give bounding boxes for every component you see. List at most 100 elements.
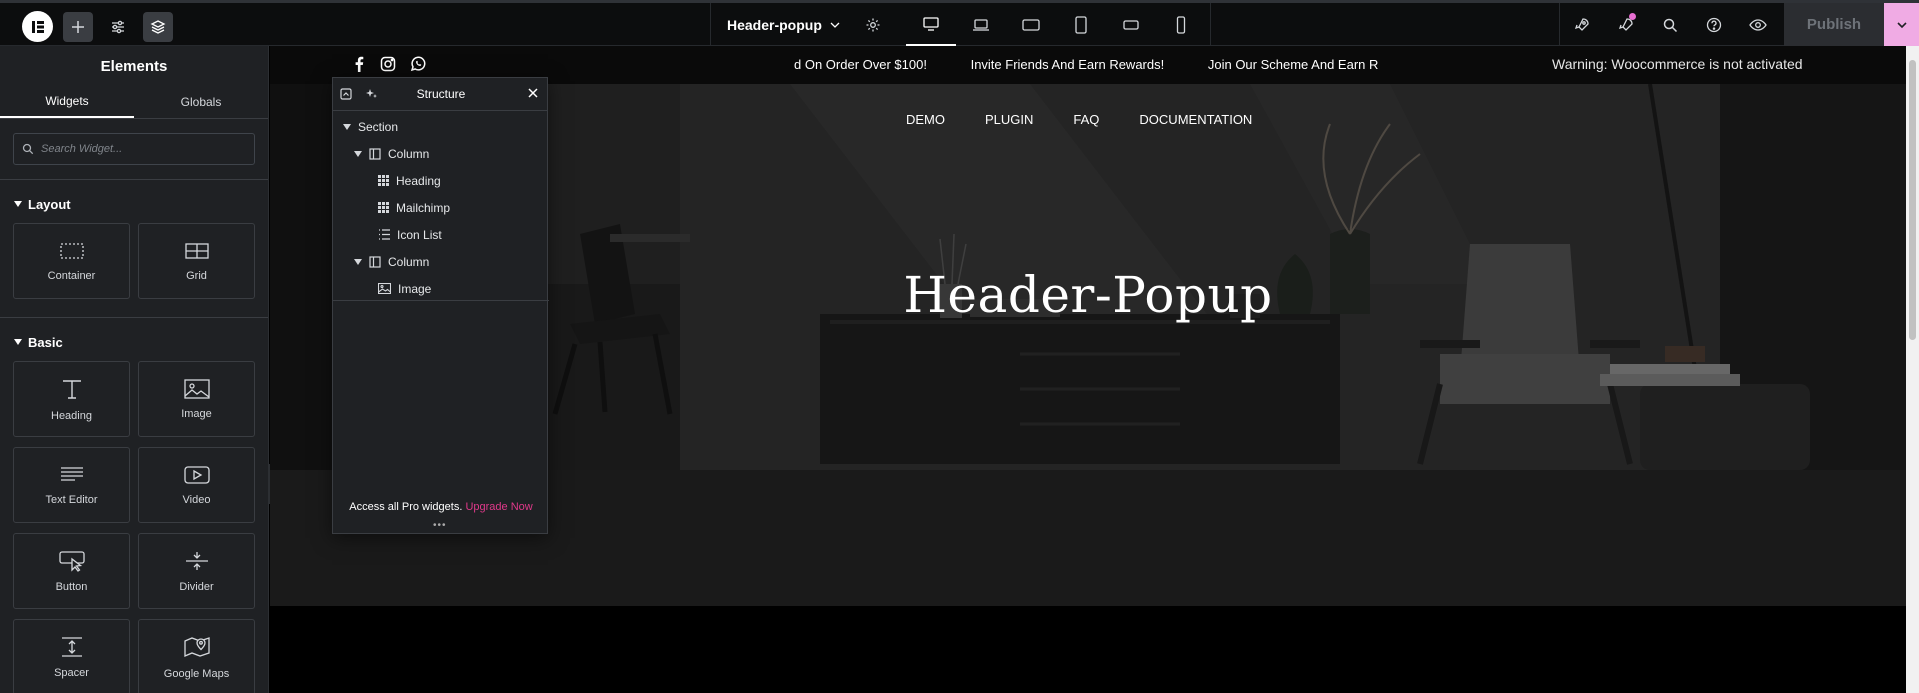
notification-dot (1629, 13, 1636, 20)
image-icon (183, 378, 210, 399)
nav-item-demo[interactable]: DEMO (906, 112, 945, 127)
search-input[interactable] (41, 143, 241, 155)
nav-item-documentation[interactable]: DOCUMENTATION (1139, 112, 1252, 127)
widget-google-maps[interactable]: Google Maps (138, 619, 255, 693)
announcement-ticker: d On Order Over $100! Invite Friends And… (794, 57, 1384, 72)
caret-down-icon (14, 201, 22, 207)
tree-divider (333, 300, 549, 301)
widget-label: Image (181, 407, 212, 420)
apps-rocket-icon[interactable] (1560, 3, 1604, 46)
caret-down-icon (354, 258, 362, 265)
tree-node-label: Mailchimp (396, 200, 451, 215)
widget-label: Grid (186, 269, 207, 282)
device-tablet-landscape-icon[interactable] (1006, 3, 1056, 46)
tree-node-heading[interactable]: Heading (333, 167, 547, 194)
widget-video[interactable]: Video (138, 447, 255, 523)
structure-layers-icon[interactable] (143, 11, 173, 42)
search-icon[interactable] (1648, 3, 1692, 46)
help-icon[interactable] (1692, 3, 1736, 46)
document-title-dropdown[interactable]: Header-popup (711, 17, 840, 33)
add-element-button[interactable] (63, 11, 93, 42)
category-label: Layout (28, 196, 71, 212)
widget-divider[interactable]: Divider (138, 533, 255, 609)
collapse-all-icon[interactable] (333, 78, 359, 111)
elementor-logo-icon[interactable] (22, 11, 53, 42)
widget-label: Google Maps (163, 667, 230, 680)
close-icon[interactable] (527, 87, 539, 99)
canvas-scrollbar[interactable] (1906, 46, 1919, 693)
publish-button[interactable]: Publish (1784, 3, 1884, 46)
scrollbar-thumb[interactable] (1909, 60, 1916, 340)
category-layout[interactable]: Layout (0, 194, 268, 214)
whats-new-icon[interactable] (1604, 3, 1648, 46)
pro-upsell: Access all Pro widgets. Upgrade Now (333, 501, 549, 513)
nav-item-faq[interactable]: FAQ (1073, 112, 1099, 127)
widget-label: Heading (51, 409, 92, 422)
structure-tree: Section Column Heading Mailchimp Icon Li… (333, 111, 547, 302)
tree-node-column[interactable]: Column (333, 140, 547, 167)
widget-grid[interactable]: Grid (138, 223, 255, 299)
tree-node-label: Column (388, 254, 430, 269)
widget-label: Spacer (54, 666, 89, 679)
container-icon (59, 242, 84, 259)
column-icon (369, 147, 381, 160)
whatsapp-icon[interactable] (410, 56, 426, 72)
category-label: Basic (28, 334, 63, 350)
page-settings-gear-icon[interactable] (862, 14, 884, 36)
site-settings-icon[interactable] (103, 12, 133, 42)
widget-container[interactable]: Container (13, 223, 130, 299)
tree-node-label: Column (388, 146, 430, 161)
device-laptop-icon[interactable] (956, 3, 1006, 46)
tree-node-label: Heading (396, 173, 441, 188)
instagram-icon[interactable] (380, 56, 396, 72)
woocommerce-warning: Warning: Woocommerce is not activated (1552, 56, 1803, 72)
widget-text-editor[interactable]: Text Editor (13, 447, 130, 523)
image-icon (378, 283, 391, 294)
widget-search (13, 133, 255, 165)
widget-label: Text Editor (45, 493, 98, 506)
map-pin-icon (183, 636, 210, 657)
tree-node-label: Icon List (397, 227, 442, 242)
chevron-down-icon (830, 22, 840, 28)
caret-down-icon (14, 339, 22, 345)
document-title: Header-popup (727, 16, 822, 33)
tree-node-section[interactable]: Section (333, 113, 547, 140)
device-desktop-icon[interactable] (905, 3, 956, 46)
ai-sparkle-icon[interactable] (359, 78, 385, 111)
widget-label: Button (55, 580, 88, 593)
elements-panel: Elements Widgets Globals Layout Containe… (0, 46, 269, 693)
device-tablet-icon[interactable] (1056, 3, 1106, 46)
tree-node-icon-list[interactable]: Icon List (333, 221, 547, 248)
tree-node-column[interactable]: Column (333, 248, 547, 275)
widget-image[interactable]: Image (138, 361, 255, 437)
tree-node-image[interactable]: Image (333, 275, 547, 302)
device-mobile-icon[interactable] (1156, 3, 1206, 46)
widget-grid-icon (378, 202, 389, 213)
caret-down-icon (354, 150, 362, 157)
main-nav: DEMO PLUGIN FAQ DOCUMENTATION (906, 112, 1252, 127)
device-mobile-landscape-icon[interactable] (1106, 3, 1156, 46)
nav-item-plugin[interactable]: PLUGIN (985, 112, 1033, 127)
publish-options-button[interactable] (1884, 3, 1919, 46)
upsell-text: Access all Pro widgets. (349, 501, 463, 513)
upgrade-now-link[interactable]: Upgrade Now (465, 501, 532, 513)
tab-globals[interactable]: Globals (134, 86, 268, 118)
resize-grip-icon[interactable]: ••• (433, 520, 447, 531)
spacer-icon (61, 636, 82, 657)
widget-heading[interactable]: Heading (13, 361, 130, 437)
heading-t-icon (62, 379, 81, 399)
search-icon (22, 143, 34, 155)
tab-widgets[interactable]: Widgets (0, 86, 134, 118)
text-editor-icon (60, 466, 83, 481)
widget-grid-icon (378, 175, 389, 186)
icon-list-icon (379, 229, 390, 240)
category-basic[interactable]: Basic (0, 332, 268, 352)
widget-button[interactable]: Button (13, 533, 130, 609)
tree-node-mailchimp[interactable]: Mailchimp (333, 194, 547, 221)
preview-eye-icon[interactable] (1736, 3, 1780, 46)
widget-label: Container (47, 269, 96, 282)
top-bar: Header-popup Publish (0, 0, 1919, 46)
ticker-item: d On Order Over $100! (794, 57, 927, 72)
facebook-icon[interactable] (352, 56, 366, 72)
widget-spacer[interactable]: Spacer (13, 619, 130, 693)
